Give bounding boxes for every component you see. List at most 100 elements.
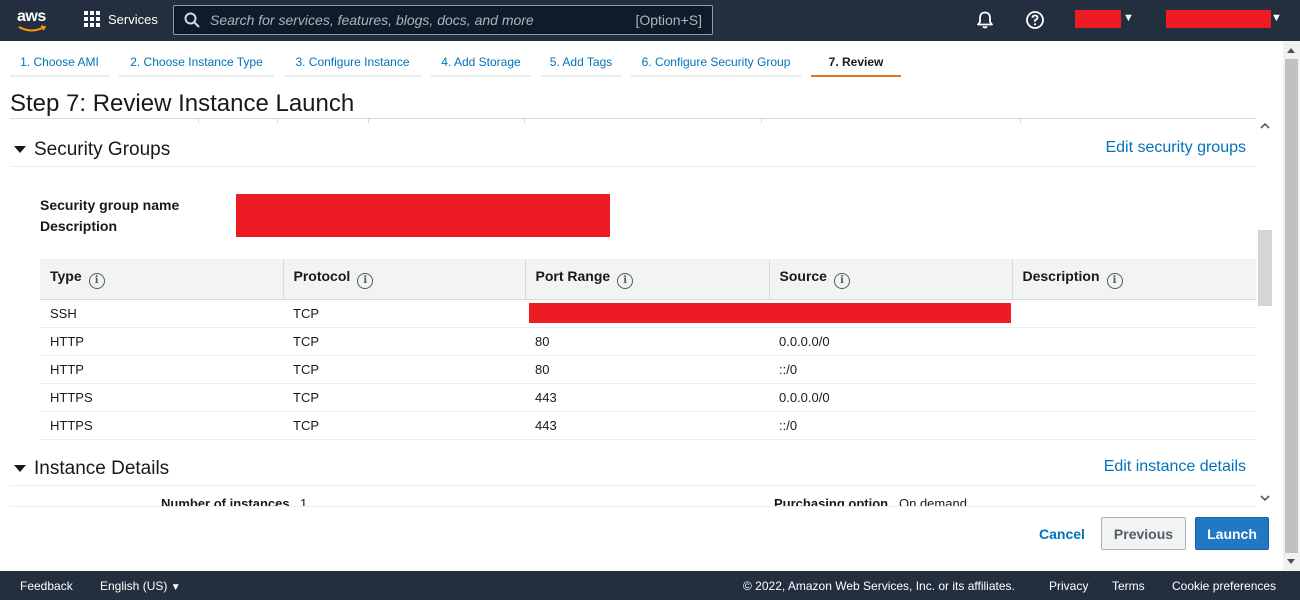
edit-instance-details-link[interactable]: Edit instance details — [1104, 458, 1246, 476]
purchasing-option-value: On demand — [899, 496, 967, 507]
scroll-up-arrow-icon[interactable] — [1287, 48, 1295, 53]
tab-add-tags[interactable]: 5. Add Tags — [541, 41, 621, 77]
tab-review[interactable]: 7. Review — [811, 41, 901, 77]
purchasing-option-label: Purchasing option — [774, 496, 889, 507]
cell-source: ::/0 — [769, 411, 1012, 440]
tab-configure-security-group[interactable]: 6. Configure Security Group — [631, 41, 801, 77]
terms-link[interactable]: Terms — [1112, 579, 1145, 593]
security-group-description-label: Description — [40, 218, 118, 234]
cancel-button[interactable]: Cancel — [1030, 518, 1094, 550]
tab-choose-ami[interactable]: 1. Choose AMI — [10, 41, 109, 77]
cell-type: SSH — [40, 299, 283, 328]
cell-protocol: TCP — [283, 299, 525, 328]
cell-protocol: TCP — [283, 327, 525, 356]
cell-type: HTTPS — [40, 411, 283, 440]
language-selector[interactable]: English (US) ▼ — [100, 579, 181, 593]
security-group-name-label: Security group name — [40, 197, 180, 213]
cell-description — [1012, 327, 1256, 356]
page-title: Step 7: Review Instance Launch — [10, 90, 355, 117]
cell-port-range: 80 — [525, 327, 769, 356]
cell-protocol: TCP — [283, 355, 525, 384]
cell-protocol: TCP — [283, 383, 525, 412]
cell-description — [1012, 355, 1256, 384]
aws-smile-icon — [18, 25, 47, 32]
security-groups-title: Security Groups — [34, 139, 171, 160]
aws-logo[interactable]: aws — [16, 8, 50, 34]
services-menu-button[interactable]: Services — [84, 11, 158, 27]
instance-details-header: Instance Details Edit instance details — [10, 456, 1256, 486]
column-type[interactable]: Type i — [40, 259, 284, 300]
privacy-link[interactable]: Privacy — [1049, 579, 1088, 593]
info-icon[interactable]: i — [617, 273, 634, 290]
info-icon[interactable]: i — [833, 273, 850, 290]
chevron-up-icon[interactable] — [1259, 120, 1271, 132]
cell-source: 0.0.0.0/0 — [769, 383, 1012, 412]
redacted-region-selector[interactable] — [1075, 10, 1121, 28]
number-of-instances-value: 1 — [300, 496, 308, 507]
instance-details-title: Instance Details — [34, 458, 170, 479]
table-header-row: Type i Protocol i Port Range i Source i Desc… — [40, 259, 1256, 300]
column-protocol[interactable]: Protocol i — [283, 259, 526, 300]
scrollbar-thumb[interactable] — [1258, 230, 1272, 306]
edit-security-groups-link[interactable]: Edit security groups — [1105, 139, 1246, 157]
cell-port-source — [525, 299, 1012, 328]
search-input[interactable] — [210, 12, 630, 28]
page-scrollbar-thumb[interactable] — [1285, 59, 1298, 553]
cell-description — [1012, 411, 1256, 440]
tab-choose-instance-type[interactable]: 2. Choose Instance Type — [119, 41, 274, 77]
chevron-down-icon[interactable]: ▼ — [1271, 12, 1282, 24]
cell-description — [1012, 299, 1256, 328]
column-source[interactable]: Source i — [769, 259, 1013, 300]
info-icon[interactable]: i — [357, 273, 374, 290]
aws-logo-text: aws — [17, 8, 46, 25]
launch-button[interactable]: Launch — [1195, 517, 1269, 550]
chevron-down-icon[interactable]: ▼ — [1123, 12, 1134, 24]
redacted-account-menu[interactable] — [1166, 10, 1271, 28]
feedback-link[interactable]: Feedback — [20, 579, 73, 593]
review-content-panel[interactable]: Security Groups Edit security groups Sec… — [10, 118, 1256, 507]
cell-type: HTTP — [40, 327, 283, 356]
table-row: HTTPS TCP 443 ::/0 — [40, 411, 1256, 440]
cell-protocol: TCP — [283, 411, 525, 440]
chevron-down-icon[interactable] — [1259, 492, 1271, 504]
cell-description — [1012, 383, 1256, 412]
scroll-down-arrow-icon[interactable] — [1287, 559, 1295, 564]
tab-add-storage[interactable]: 4. Add Storage — [431, 41, 531, 77]
table-row: HTTPS TCP 443 0.0.0.0/0 — [40, 383, 1256, 412]
services-label: Services — [108, 11, 158, 27]
cell-port-range: 443 — [525, 411, 769, 440]
footer-bar: Feedback English (US) ▼ © 2022, Amazon W… — [0, 571, 1300, 600]
previous-button[interactable]: Previous — [1101, 517, 1186, 550]
table-row: SSH TCP — [40, 299, 1256, 328]
collapse-triangle-icon[interactable] — [14, 146, 26, 153]
column-port-range[interactable]: Port Range i — [525, 259, 770, 300]
search-bar: [Option+S] — [173, 5, 713, 35]
top-navigation-bar: aws Services [Option+S] ▼ ▼ — [0, 0, 1300, 41]
page-scrollbar[interactable] — [1283, 41, 1300, 571]
cell-source: ::/0 — [769, 355, 1012, 384]
collapse-triangle-icon[interactable] — [14, 465, 26, 472]
info-icon[interactable]: i — [1106, 273, 1123, 290]
security-groups-header: Security Groups Edit security groups — [10, 137, 1256, 167]
cell-source: 0.0.0.0/0 — [769, 327, 1012, 356]
cell-port-range: 443 — [525, 383, 769, 412]
bell-icon[interactable] — [975, 10, 995, 30]
number-of-instances-label: Number of instances — [161, 496, 290, 507]
grid-icon — [84, 11, 100, 27]
previous-table-edge — [10, 119, 1256, 123]
cookie-preferences-link[interactable]: Cookie preferences — [1172, 579, 1276, 593]
search-shortcut-hint: [Option+S] — [635, 12, 702, 28]
cell-type: HTTP — [40, 355, 283, 384]
redacted-port-source — [529, 303, 1011, 323]
redacted-security-group-values — [236, 194, 610, 237]
content-scrollbar[interactable] — [1256, 118, 1274, 507]
info-icon[interactable]: i — [88, 273, 105, 290]
search-icon — [184, 12, 200, 28]
chevron-down-icon: ▼ — [170, 582, 181, 593]
table-row: HTTP TCP 80 0.0.0.0/0 — [40, 327, 1256, 356]
tab-configure-instance[interactable]: 3. Configure Instance — [284, 41, 421, 77]
table-row: HTTP TCP 80 ::/0 — [40, 355, 1256, 384]
help-icon[interactable] — [1025, 10, 1045, 30]
column-description[interactable]: Description i — [1012, 259, 1256, 300]
cell-port-range: 80 — [525, 355, 769, 384]
